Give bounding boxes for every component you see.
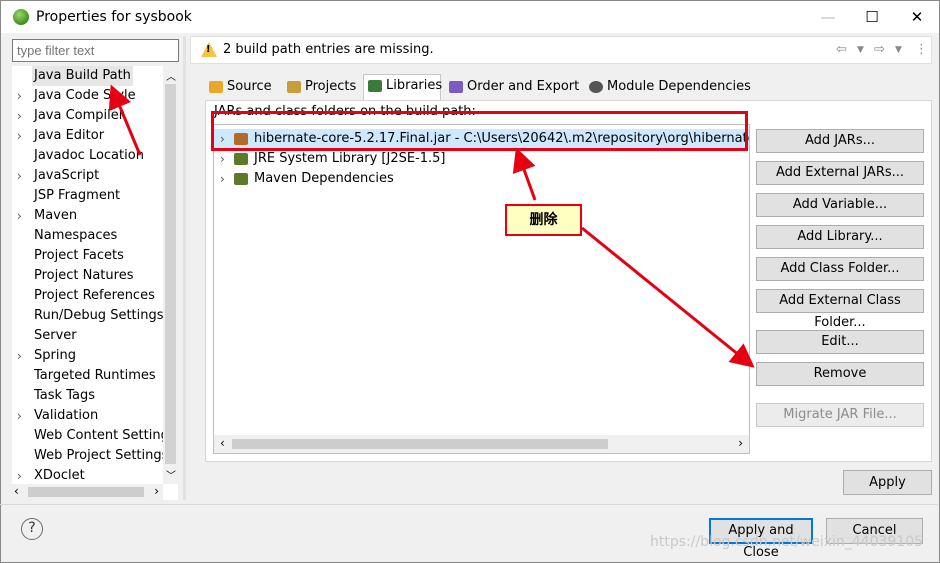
scroll-thumb[interactable] (28, 487, 144, 497)
highlight-box (211, 111, 748, 151)
library-icon (234, 173, 248, 185)
library-entry[interactable]: › Maven Dependencies (214, 169, 749, 189)
tab-label: Source (227, 79, 272, 94)
chevron-right-icon[interactable]: › (220, 149, 225, 169)
close-button[interactable]: ✕ (907, 7, 927, 27)
tab-module-dependencies[interactable]: Module Dependencies (585, 76, 751, 100)
apply-button[interactable]: Apply (843, 470, 932, 495)
tab-label: Order and Export (467, 79, 580, 94)
tree-item-label: Maven (34, 208, 78, 223)
tree-item-label: Project References (34, 288, 155, 303)
view-menu-icon[interactable]: ⋮ (915, 42, 928, 57)
tree-item-label: Javadoc Location (34, 148, 144, 163)
back-menu-icon[interactable]: ▼ (857, 45, 864, 55)
scroll-up-icon[interactable]: ︿ (166, 68, 176, 83)
delete-callout: 删除 (505, 204, 582, 236)
add-class-folder-button[interactable]: Add Class Folder... (756, 257, 924, 281)
order-export-icon (449, 81, 463, 93)
filter-input[interactable] (12, 39, 179, 62)
help-icon[interactable]: ? (21, 518, 43, 540)
migrate-jar-button[interactable]: Migrate JAR File... (756, 403, 924, 427)
tree-item-label: Targeted Runtimes (34, 368, 156, 383)
chevron-right-icon[interactable]: › (220, 169, 225, 189)
library-entry[interactable]: › JRE System Library [J2SE-1.5] (214, 149, 749, 169)
tree-item-label: Spring (34, 348, 76, 363)
tab-libraries[interactable]: Libraries (363, 74, 443, 100)
scroll-down-icon[interactable]: ﹀ (166, 467, 176, 482)
tree-item-label: XDoclet (34, 468, 85, 483)
add-variable-button[interactable]: Add Variable... (756, 193, 924, 217)
scroll-right-icon[interactable]: › (738, 436, 743, 450)
tree-item-label: JSP Fragment (34, 188, 121, 203)
tab-label: Libraries (386, 78, 443, 93)
chevron-right-icon[interactable]: › (17, 86, 27, 106)
warning-icon: ! (201, 42, 217, 57)
chevron-right-icon[interactable]: › (17, 206, 27, 226)
message-bar: ! 2 build path entries are missing. ⇦ ▼ … (190, 36, 932, 64)
tree-item-label: Web Project Settings (34, 448, 169, 463)
chevron-right-icon[interactable]: › (17, 466, 27, 486)
tree-item-label: JavaScript (34, 168, 100, 183)
scroll-left-icon[interactable]: ‹ (14, 484, 19, 498)
tree-item-label: Java Build Path (32, 66, 133, 86)
add-external-class-folder-button[interactable]: Add External Class Folder... (756, 289, 924, 330)
edit-button[interactable]: Edit... (756, 330, 924, 354)
tree-vertical-scrollbar[interactable]: ︿ ﹀ (163, 66, 178, 484)
forward-arrow-icon[interactable]: ⇨ (874, 42, 885, 57)
tab-label: Projects (305, 79, 357, 94)
chevron-right-icon[interactable]: › (17, 166, 27, 186)
tree-item-label: Web Content Settings (34, 428, 176, 443)
forward-menu-icon[interactable]: ▼ (895, 45, 902, 55)
libraries-icon (368, 80, 382, 92)
scroll-thumb[interactable] (232, 439, 608, 449)
tree-item-label: Namespaces (34, 228, 118, 243)
eclipse-icon (13, 9, 29, 25)
tree-item-label: Java Compiler (34, 108, 125, 123)
list-horizontal-scrollbar[interactable]: ‹ › (214, 435, 749, 453)
chevron-right-icon[interactable]: › (17, 406, 27, 426)
add-jars-button[interactable]: Add JARs... (756, 129, 924, 153)
chevron-right-icon[interactable]: › (17, 126, 27, 146)
tree-horizontal-scrollbar[interactable]: ‹ › (12, 484, 163, 500)
tree-item-label: Validation (34, 408, 99, 423)
add-external-jars-button[interactable]: Add External JARs... (756, 161, 924, 185)
message-text: 2 build path entries are missing. (223, 42, 434, 57)
footer-divider (0, 504, 938, 505)
scroll-left-icon[interactable]: ‹ (220, 436, 225, 450)
tree-item-label: Run/Debug Settings (34, 308, 164, 323)
back-arrow-icon[interactable]: ⇦ (836, 42, 847, 57)
tree-item-label: Task Tags (34, 388, 95, 403)
watermark: https://blog.csdn.net/weixin_44039105 (650, 534, 924, 550)
library-entry-label: Maven Dependencies (254, 171, 394, 186)
source-folder-icon (209, 81, 223, 93)
chevron-right-icon[interactable]: › (17, 346, 27, 366)
property-tree: Java Build Path › Java Code Style › Java Com… (12, 66, 178, 500)
tree-item-label: Project Facets (34, 248, 124, 263)
maximize-button[interactable]: ☐ (862, 7, 882, 27)
tab-projects[interactable]: Projects (283, 76, 359, 100)
minimize-button[interactable]: — (818, 7, 838, 27)
scroll-thumb[interactable] (165, 84, 176, 464)
scroll-right-icon[interactable]: › (154, 484, 159, 498)
projects-folder-icon (287, 81, 301, 93)
title-bar: Properties for sysbook — ☐ ✕ (1, 1, 939, 33)
tab-source[interactable]: Source (205, 76, 279, 100)
tree-item-label: Project Natures (34, 268, 134, 283)
module-dependencies-icon (589, 81, 603, 93)
remove-button[interactable]: Remove (756, 362, 924, 386)
tree-item-label: Server (34, 328, 77, 343)
tree-item-label: Java Code Style (34, 88, 136, 103)
window-title: Properties for sysbook (36, 9, 192, 25)
library-icon (234, 153, 248, 165)
add-library-button[interactable]: Add Library... (756, 225, 924, 249)
library-entry-label: JRE System Library [J2SE-1.5] (254, 151, 446, 166)
tab-label: Module Dependencies (607, 79, 751, 94)
tree-item-label: Java Editor (34, 128, 105, 143)
libraries-list: ‹ › › hibernate-core-5.2.17.Final.jar - C… (213, 124, 750, 454)
tab-order-and-export[interactable]: Order and Export (445, 76, 581, 100)
chevron-right-icon[interactable]: › (17, 106, 27, 126)
panel-sash[interactable] (183, 36, 186, 500)
